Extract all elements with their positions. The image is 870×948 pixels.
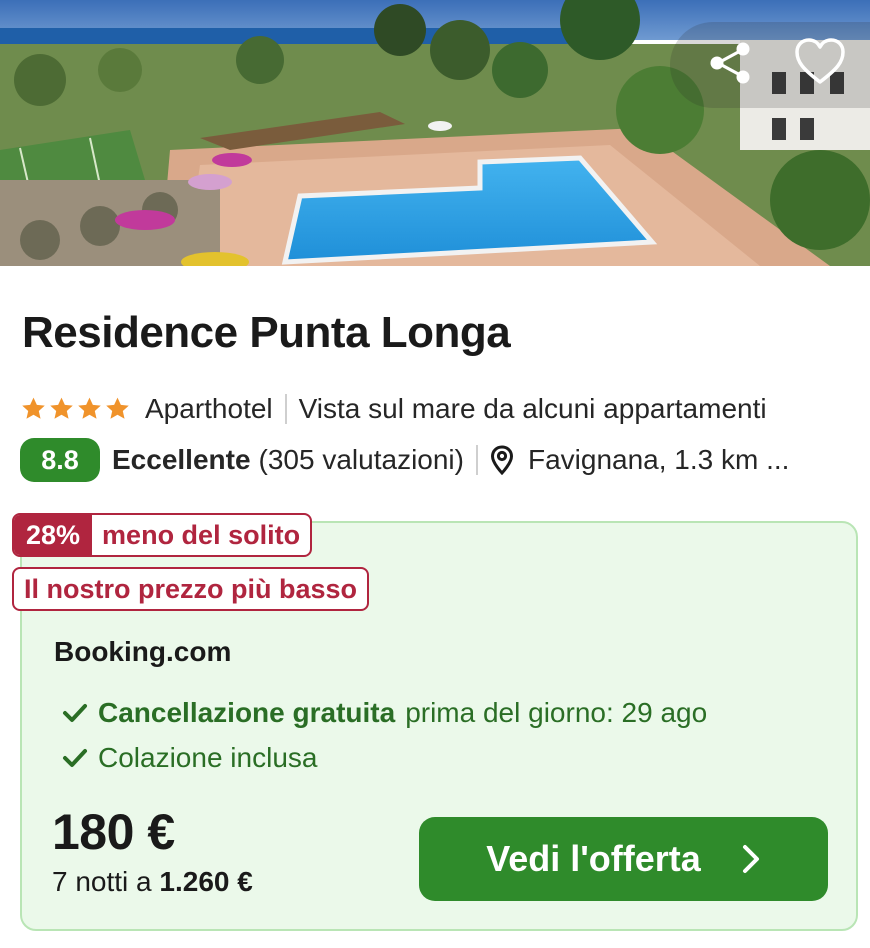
share-icon (710, 42, 750, 84)
free-cancellation-label: Cancellazione gratuita (98, 697, 396, 728)
discount-text: meno del solito (102, 519, 301, 550)
hotel-name[interactable]: Residence Punta Longa (22, 308, 511, 358)
hotel-meta-row: Aparthotel Vista sul mare da alcuni appa… (20, 390, 767, 428)
total-prefix: 7 notti a (52, 866, 152, 897)
rating-score-badge[interactable]: 8.8 (20, 438, 100, 482)
review-count[interactable]: (305 valutazioni) (259, 444, 464, 476)
total-amount: 1.260 € (159, 866, 253, 897)
nightly-price: 180 € (52, 804, 175, 860)
favorite-button[interactable] (792, 34, 848, 90)
star-icon (78, 397, 101, 419)
hotel-feature: Vista sul mare da alcuni appartamenti (298, 393, 767, 424)
rating-location-row: 8.8 Eccellente (305 valutazioni) Favigna… (20, 438, 789, 482)
star-icon (22, 397, 45, 419)
checkmark-icon (62, 702, 88, 724)
total-price: 7 notti a 1.260 € (52, 866, 253, 898)
divider (475, 445, 478, 475)
heart-outline-icon (795, 38, 845, 84)
location-text[interactable]: Favignana, 1.3 km ... (528, 444, 789, 476)
checkmark-icon (62, 747, 88, 769)
discount-badge: 28% meno del solito (12, 513, 313, 557)
lowest-price-badge: Il nostro prezzo più basso (12, 567, 370, 611)
view-offer-label: Vedi l'offerta (486, 838, 701, 879)
star-rating (20, 396, 131, 422)
share-button[interactable] (702, 34, 758, 90)
chevron-right-icon (741, 844, 761, 874)
map-pin-icon (490, 445, 514, 475)
rating-word[interactable]: Eccellente (112, 444, 251, 476)
hotel-type: Aparthotel (145, 393, 273, 424)
breakfast-label: Colazione inclusa (98, 742, 318, 773)
star-icon (50, 397, 73, 419)
breakfast-row: Colazione inclusa (62, 742, 317, 774)
cancellation-deadline: prima del giorno: 29 ago (405, 697, 708, 728)
discount-percent: 28% (14, 515, 93, 555)
divider (284, 394, 287, 424)
free-cancellation-row: Cancellazione gratuita prima del giorno:… (62, 697, 707, 729)
view-offer-button[interactable]: Vedi l'offerta (419, 817, 828, 901)
star-icon (106, 397, 129, 419)
provider-name: Booking.com (54, 636, 232, 667)
